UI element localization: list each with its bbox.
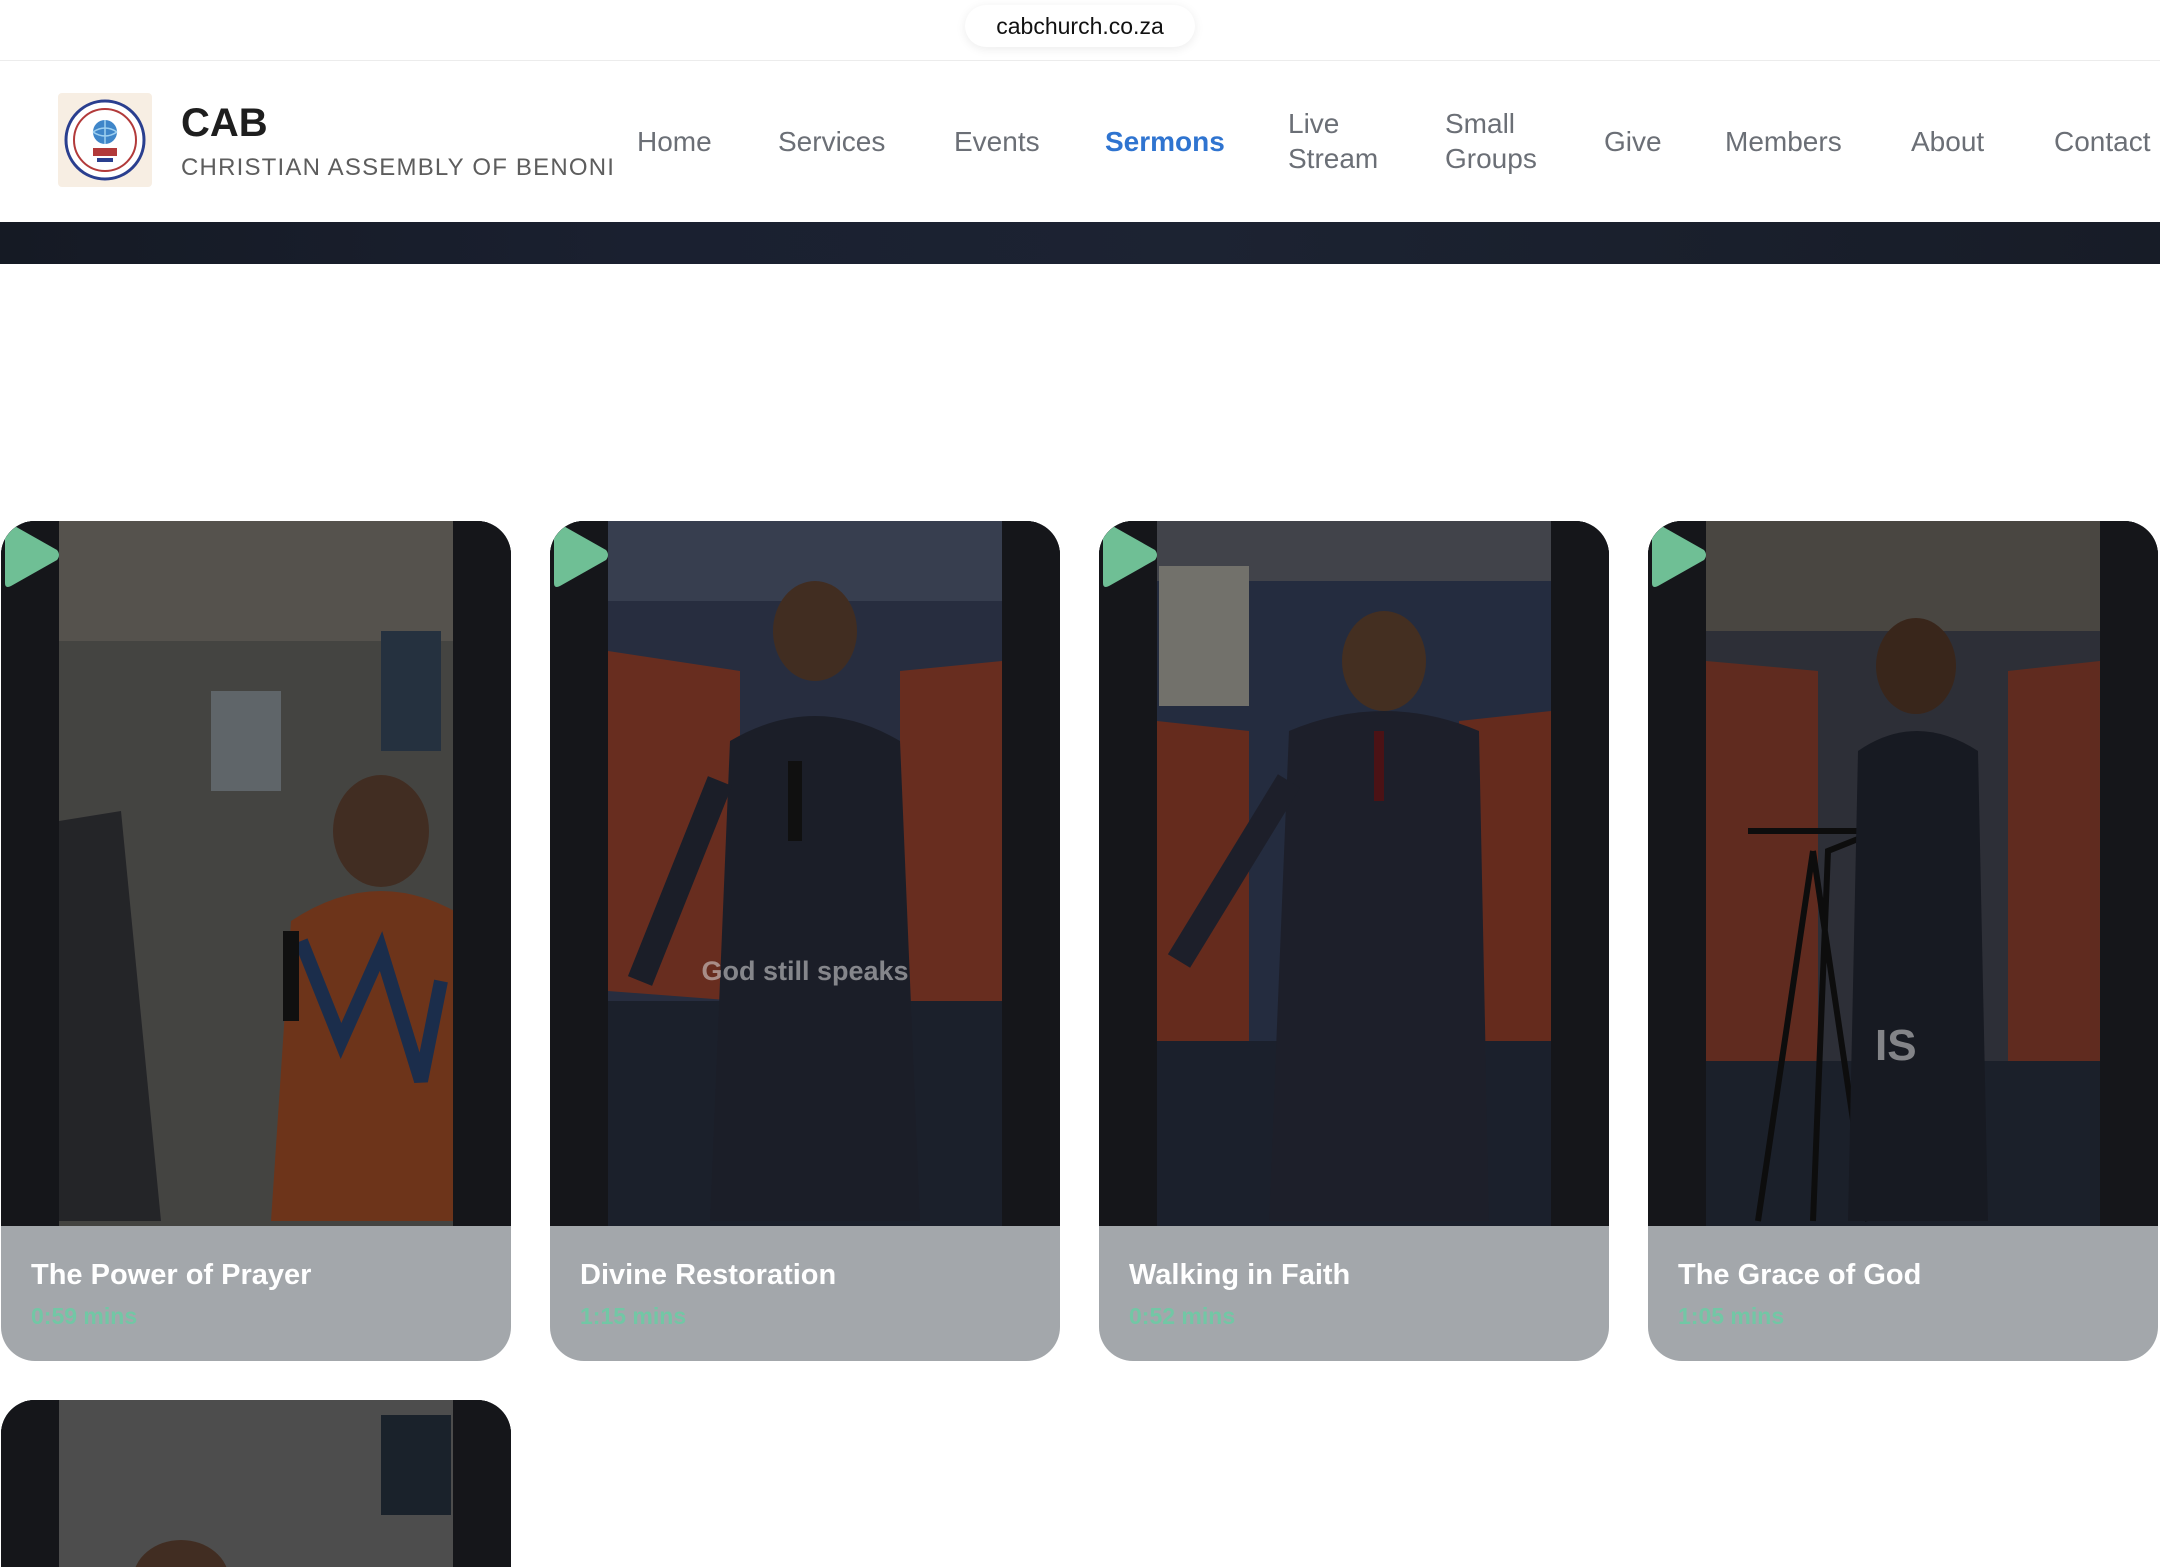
brand-subtitle: CHRISTIAN ASSEMBLY OF BENONI [181, 154, 616, 181]
play-icon[interactable] [1099, 521, 1159, 589]
nav-small-groups-line2: Groups [1445, 143, 1537, 174]
brand-title[interactable]: CAB [181, 101, 268, 146]
thumbnail-overlay [1648, 521, 2158, 1226]
sermon-title: Divine Restoration [580, 1259, 837, 1291]
sermon-title: The Grace of God [1678, 1259, 1922, 1291]
nav-small-groups-line1: Small [1445, 108, 1516, 139]
nav-about[interactable]: About [1911, 124, 1984, 159]
thumbnail-overlay [1099, 521, 1609, 1226]
sermon-title: The Power of Prayer [31, 1259, 312, 1291]
sermon-duration: 1:05 mins [1678, 1303, 1785, 1329]
thumbnail-overlay [1, 1400, 511, 1567]
sermon-thumbnail [1099, 521, 1609, 1226]
sermon-thumbnail [1, 1400, 511, 1567]
nav-services[interactable]: Services [778, 124, 885, 159]
thumbnail-overlay [550, 521, 1060, 1226]
sermon-thumbnail: IS [1648, 521, 2158, 1226]
thumbnail-overlay [1, 521, 511, 1226]
nav-live-stream[interactable]: Live Stream [1288, 106, 1378, 176]
sermon-thumbnail: God still speaks [550, 521, 1060, 1226]
hero-banner-strip [0, 222, 2160, 264]
church-logo[interactable] [58, 93, 152, 187]
play-icon[interactable] [1648, 521, 1708, 589]
sermon-duration: 0:52 mins [1129, 1303, 1236, 1329]
url-field[interactable]: cabchurch.co.za [965, 5, 1195, 47]
nav-live-stream-line1: Live [1288, 108, 1340, 139]
site-header: CAB CHRISTIAN ASSEMBLY OF BENONI Home Se… [0, 61, 2160, 222]
video-caption-overlay: IS [1875, 1021, 1917, 1070]
browser-url-bar: cabchurch.co.za [0, 0, 2160, 61]
play-icon[interactable] [550, 521, 610, 589]
nav-give[interactable]: Give [1604, 124, 1662, 159]
nav-events[interactable]: Events [954, 124, 1040, 159]
sermon-card[interactable] [1, 1400, 511, 1567]
sermon-card[interactable]: IS The Grace of God 1:05 mins [1648, 521, 2158, 1361]
play-icon[interactable] [1, 521, 61, 589]
sermon-card[interactable]: The Power of Prayer 0:59 mins [1, 521, 511, 1361]
sermon-duration: 0:59 mins [31, 1303, 138, 1329]
nav-live-stream-line2: Stream [1288, 143, 1379, 174]
video-caption-overlay: God still speaks [701, 956, 909, 986]
sermon-thumbnail [1, 521, 511, 1226]
sermon-duration: 1:15 mins [580, 1303, 687, 1329]
nav-sermons[interactable]: Sermons [1105, 124, 1225, 159]
sermon-card[interactable]: Walking in Faith 0:52 mins [1099, 521, 1609, 1361]
nav-members[interactable]: Members [1725, 124, 1842, 159]
sermon-title: Walking in Faith [1129, 1259, 1351, 1291]
nav-home[interactable]: Home [637, 124, 712, 159]
sermon-card[interactable]: God still speaks Divine Restoration 1:15… [550, 521, 1060, 1361]
nav-small-groups[interactable]: Small Groups [1445, 106, 1537, 176]
nav-contact[interactable]: Contact [2054, 124, 2151, 159]
